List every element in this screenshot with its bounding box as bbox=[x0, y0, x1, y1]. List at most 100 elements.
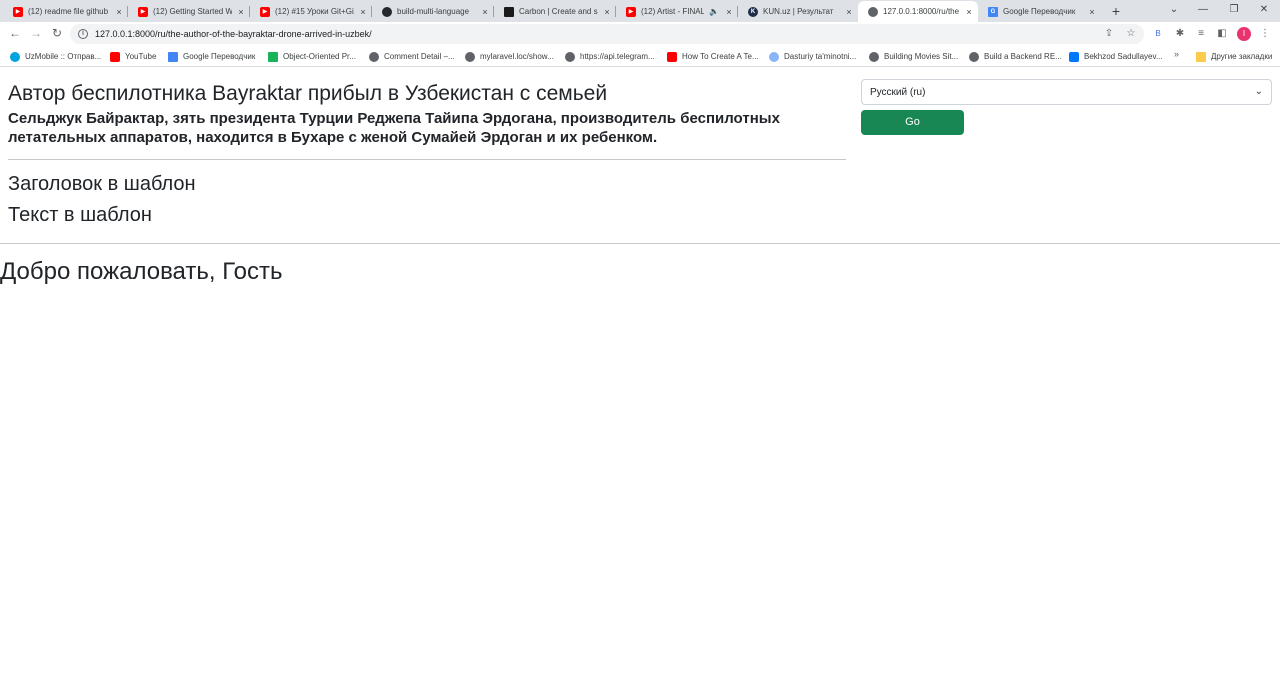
tab-strip: ▶ (12) readme file github × ▶ (12) Getti… bbox=[0, 0, 1280, 22]
bookmarks-bar: UzMobile :: Отправ... YouTube Google Пер… bbox=[0, 46, 1280, 67]
bookmark-label: https://api.telegram... bbox=[580, 52, 655, 61]
bookmark-label: YouTube bbox=[125, 52, 157, 61]
tab-title: Google Переводчик bbox=[1003, 7, 1076, 16]
close-icon[interactable]: × bbox=[844, 7, 854, 17]
bookmark-label: Building Movies Sit... bbox=[884, 52, 959, 61]
tab-getting-started[interactable]: ▶ (12) Getting Started W × bbox=[128, 1, 250, 22]
article: Автор беспилотника Bayraktar прибыл в Уз… bbox=[8, 80, 846, 147]
bookmark-how-to-create[interactable]: How To Create A Te... bbox=[667, 50, 759, 63]
chevron-down-icon: ⌄ bbox=[1254, 86, 1263, 97]
bookmark-label: mylaravel.loc/show... bbox=[480, 52, 554, 61]
tab-title: (12) readme file github bbox=[28, 7, 109, 16]
youtube-icon bbox=[667, 51, 677, 62]
google-translate-icon: G bbox=[988, 6, 998, 17]
address-bar[interactable]: i 127.0.0.1:8000/ru/the-author-of-the-ba… bbox=[70, 24, 1144, 44]
close-icon[interactable]: × bbox=[602, 7, 612, 17]
bookmark-label: Comment Detail –... bbox=[384, 52, 455, 61]
github-icon bbox=[382, 6, 392, 17]
close-icon[interactable]: × bbox=[114, 7, 124, 17]
browser-toolbar: ← → ↻ i 127.0.0.1:8000/ru/the-author-of-… bbox=[0, 22, 1280, 46]
window-close-button[interactable]: ✕ bbox=[1256, 3, 1272, 17]
go-button[interactable]: Go bbox=[861, 110, 964, 135]
tab-carbon[interactable]: Carbon | Create and sh × bbox=[494, 1, 616, 22]
bookmark-building-movies[interactable]: Building Movies Sit... bbox=[869, 50, 958, 63]
forward-arrow-icon[interactable]: → bbox=[29, 26, 43, 40]
google-translate-icon bbox=[168, 51, 178, 62]
menu-dots-icon[interactable]: ⋮ bbox=[1258, 27, 1272, 41]
bookmark-uzmobile[interactable]: UzMobile :: Отправ... bbox=[10, 50, 101, 63]
tab-title: KUN.uz | Результат bbox=[763, 7, 834, 16]
youtube-icon: ▶ bbox=[138, 6, 148, 17]
tab-title: (12) #15 Уроки Git+Gi bbox=[275, 7, 354, 16]
bookmark-blue-icon bbox=[769, 51, 779, 62]
other-bookmarks-folder[interactable]: Другие закладки bbox=[1196, 50, 1272, 63]
tab-title: (12) Getting Started W bbox=[153, 7, 232, 16]
tab-build-multi-language[interactable]: build-multi-language × bbox=[372, 1, 494, 22]
media-control-icon[interactable]: ≡ bbox=[1194, 27, 1208, 41]
tab-google-translate[interactable]: G Google Переводчик × bbox=[978, 1, 1101, 22]
bookmark-comment-detail[interactable]: Comment Detail –... bbox=[369, 50, 455, 63]
bookmark-oop[interactable]: Object-Oriented Pr... bbox=[268, 50, 356, 63]
tab-readme[interactable]: ▶ (12) readme file github × bbox=[3, 1, 128, 22]
reload-icon[interactable]: ↻ bbox=[50, 26, 64, 40]
carbon-icon bbox=[504, 6, 514, 17]
url-text[interactable]: 127.0.0.1:8000/ru/the-author-of-the-bayr… bbox=[95, 29, 372, 39]
bookmark-telegram-api[interactable]: https://api.telegram... bbox=[565, 50, 655, 63]
bookmark-youtube[interactable]: YouTube bbox=[110, 50, 156, 63]
globe-icon bbox=[565, 51, 575, 62]
profile-avatar[interactable]: I bbox=[1237, 27, 1251, 41]
site-info-icon[interactable]: i bbox=[78, 29, 88, 39]
tab-git-lessons[interactable]: ▶ (12) #15 Уроки Git+Gi × bbox=[250, 1, 372, 22]
tab-title: Carbon | Create and sh bbox=[519, 7, 598, 16]
back-arrow-icon[interactable]: ← bbox=[8, 26, 22, 40]
tab-title: 127.0.0.1:8000/ru/the bbox=[883, 7, 960, 16]
close-icon[interactable]: × bbox=[1087, 7, 1097, 17]
bookmark-google-translate[interactable]: Google Переводчик bbox=[168, 50, 255, 63]
bookmark-mylaravel[interactable]: mylaravel.loc/show... bbox=[465, 50, 554, 63]
speaker-icon[interactable]: 🔈 bbox=[708, 7, 720, 17]
kun-icon: K bbox=[748, 6, 758, 17]
article-lead: Сельджук Байрактар, зять президента Турц… bbox=[8, 110, 780, 146]
bookmarks-overflow-button[interactable]: » bbox=[1174, 49, 1179, 59]
welcome-heading: Добро пожаловать, Гость bbox=[0, 258, 283, 285]
bookmark-green-icon bbox=[268, 51, 278, 62]
bookmark-bekhzod[interactable]: Bekhzod Sadullayev... bbox=[1069, 50, 1163, 63]
template-title: Заголовок в шаблон bbox=[8, 173, 196, 195]
close-icon[interactable]: × bbox=[358, 7, 368, 17]
tab-search-icon[interactable]: ⌄ bbox=[1166, 3, 1182, 17]
youtube-icon: ▶ bbox=[13, 6, 23, 17]
language-select[interactable]: Русский (ru) ⌄ bbox=[861, 79, 1272, 105]
puzzle-icon[interactable]: ✱ bbox=[1173, 27, 1187, 41]
globe-icon bbox=[969, 51, 979, 62]
close-icon[interactable]: × bbox=[964, 7, 974, 17]
close-icon[interactable]: × bbox=[236, 7, 246, 17]
language-select-value: Русский (ru) bbox=[870, 87, 926, 98]
bookmark-dasturiy[interactable]: Dasturiy ta'minotni... bbox=[769, 50, 856, 63]
minimize-button[interactable]: — bbox=[1195, 3, 1211, 17]
tab-artist-final[interactable]: ▶ (12) Artist - FINAL 🔈 × bbox=[616, 1, 738, 22]
new-tab-button[interactable]: + bbox=[1109, 4, 1123, 18]
share-icon[interactable]: ⇪ bbox=[1103, 28, 1115, 40]
globe-icon bbox=[465, 51, 475, 62]
close-icon[interactable]: × bbox=[480, 7, 490, 17]
bookmark-label: How To Create A Te... bbox=[682, 52, 759, 61]
bookmark-label: Dasturiy ta'minotni... bbox=[784, 52, 857, 61]
bookmark-build-backend[interactable]: Build a Backend RE... bbox=[969, 50, 1062, 63]
tab-title: (12) Artist - FINAL bbox=[641, 7, 704, 16]
divider bbox=[8, 159, 846, 160]
tab-kun-uz[interactable]: K KUN.uz | Результат × bbox=[738, 1, 858, 22]
bookmark-label: UzMobile :: Отправ... bbox=[25, 52, 102, 61]
vk-icon bbox=[1069, 51, 1079, 62]
folder-icon bbox=[1196, 51, 1206, 62]
close-icon[interactable]: × bbox=[724, 7, 734, 17]
youtube-icon: ▶ bbox=[260, 6, 270, 17]
bookmark-label: Google Переводчик bbox=[183, 52, 256, 61]
bookmark-label: Bekhzod Sadullayev... bbox=[1084, 52, 1163, 61]
restore-button[interactable]: ❐ bbox=[1226, 3, 1242, 17]
side-panel-icon[interactable]: ◧ bbox=[1215, 27, 1229, 41]
star-icon[interactable]: ☆ bbox=[1125, 28, 1137, 40]
extension-b-icon[interactable]: B bbox=[1151, 27, 1165, 41]
tab-current-page[interactable]: 127.0.0.1:8000/ru/the × bbox=[858, 1, 978, 22]
youtube-icon: ▶ bbox=[626, 6, 636, 17]
page-content: Автор беспилотника Bayraktar прибыл в Уз… bbox=[0, 68, 1280, 700]
